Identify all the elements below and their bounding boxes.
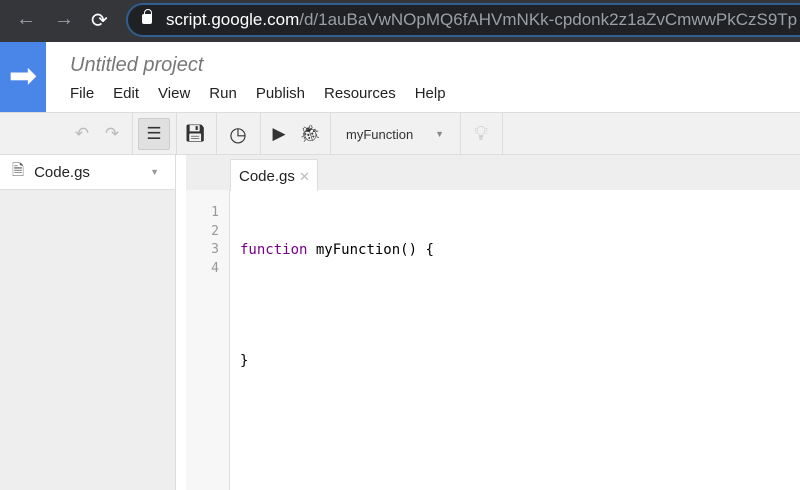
tab-code-gs[interactable]: Code.gs ✕ [230, 159, 318, 191]
lock-icon [142, 9, 152, 24]
editor-tabs: Code.gs ✕ [186, 155, 800, 191]
line-number: 3 [211, 242, 219, 257]
line-numbers: 1 2 3 4 [186, 190, 230, 490]
chevron-down-icon[interactable]: ▼ [150, 167, 159, 177]
menu-file[interactable]: File [70, 85, 94, 102]
menu-view[interactable]: View [158, 85, 190, 102]
indent-icon[interactable]: ☰ [138, 118, 170, 150]
app-header: ➡ Untitled project File Edit View Run Pu… [0, 42, 800, 113]
lightbulb-icon[interactable]: 💡︎ [466, 113, 496, 155]
redo-icon[interactable]: ↷ [98, 113, 126, 155]
reload-icon[interactable]: ⟳ [91, 8, 108, 33]
menu-resources[interactable]: Resources [324, 85, 396, 102]
menu-bar: File Edit View Run Publish Resources Hel… [70, 85, 465, 102]
file-icon: 🗎 [12, 161, 25, 179]
menu-run[interactable]: Run [209, 85, 237, 102]
project-title[interactable]: Untitled project [70, 54, 203, 77]
save-icon[interactable]: 💾︎ [180, 113, 210, 155]
forward-icon[interactable]: → [54, 8, 74, 31]
menu-help[interactable]: Help [415, 85, 446, 102]
function-select[interactable]: myFunction ▼ [336, 113, 454, 155]
file-item[interactable]: 🗎 Code.gs ▼ [0, 155, 175, 190]
code-editor[interactable]: function myFunction() { } [240, 204, 434, 445]
function-select-value: myFunction [346, 126, 414, 142]
menu-edit[interactable]: Edit [113, 85, 139, 102]
address-bar[interactable]: script.google.com/d/1auBaVwNOpMQ6fAHVmNK… [126, 3, 800, 37]
toolbar: ↶ ↷ ☰ 💾︎ ◷ ▶ 🐞︎ myFunction ▼ 💡︎ [0, 113, 800, 155]
close-icon[interactable]: ✕ [299, 169, 310, 184]
code-text: myFunction() { [307, 242, 434, 258]
debug-bug-icon[interactable]: 🐞︎ [296, 113, 324, 155]
file-name: Code.gs [34, 163, 90, 181]
file-sidebar: 🗎 Code.gs ▼ [0, 155, 176, 490]
code-line: } [240, 353, 249, 369]
chevron-down-icon: ▼ [435, 129, 444, 139]
browser-bar: ← → ⟳ script.google.com/d/1auBaVwNOpMQ6f… [0, 0, 800, 42]
line-number: 1 [211, 205, 219, 220]
undo-icon[interactable]: ↶ [68, 113, 96, 155]
back-icon[interactable]: ← [16, 8, 36, 31]
line-number: 4 [211, 260, 219, 276]
url-path: /d/1auBaVwNOpMQ6fAHVmNKk-cpdonk2z1aZvCmw… [299, 10, 798, 29]
code-line: function myFunction() { [240, 241, 434, 260]
tab-label: Code.gs [239, 168, 295, 185]
line-number: 2 [211, 223, 219, 239]
run-icon[interactable]: ▶ [266, 113, 292, 155]
apps-script-logo-icon[interactable]: ➡ [0, 42, 46, 112]
triggers-clock-icon[interactable]: ◷ [222, 113, 254, 155]
keyword: function [240, 242, 308, 258]
menu-publish[interactable]: Publish [256, 85, 305, 102]
url-host: script.google.com [166, 10, 300, 29]
